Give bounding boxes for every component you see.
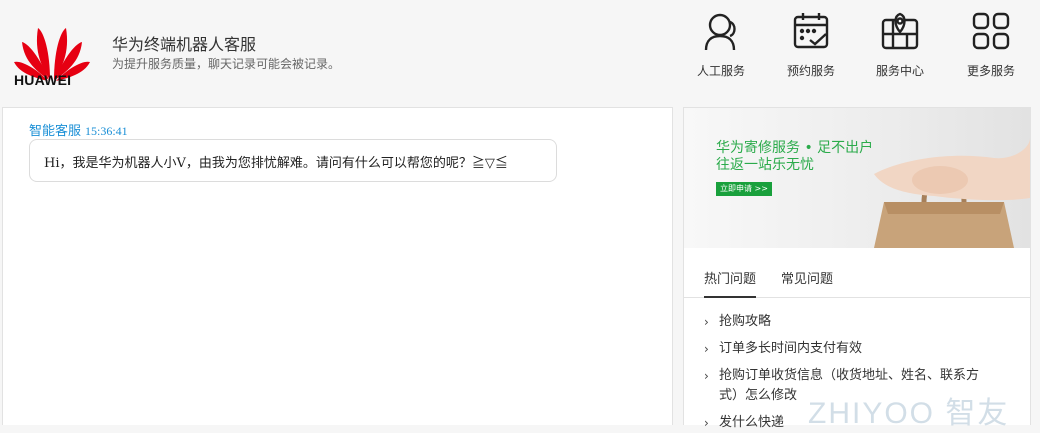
question-text: 订单多长时间内支付有效 — [719, 341, 863, 356]
message-sender: 智能客服 15:36:41 — [29, 120, 128, 139]
nav-more-services[interactable]: 更多服务 — [951, 10, 1031, 79]
map-pin-icon — [881, 12, 919, 50]
grid-icon — [972, 12, 1010, 50]
chevron-right-icon: › — [704, 369, 709, 383]
message-time: 15:36:41 — [85, 124, 128, 138]
nav-appointment[interactable]: 预约服务 — [771, 10, 851, 79]
page-subtitle: 为提升服务质量，聊天记录可能会被记录。 — [112, 57, 341, 71]
nav-label: 更多服务 — [966, 64, 1015, 78]
page-title: 华为终端机器人客服 — [112, 35, 257, 54]
calendar-check-icon — [793, 13, 829, 49]
list-item[interactable]: › 抢购攻略 — [704, 312, 1004, 332]
message-bubble: Hi，我是华为机器人小V，由我为您排忧解难。请问有什么可以帮您的呢？≧▽≦ — [29, 139, 557, 182]
question-tabs: 热门问题 常见问题 — [684, 248, 1030, 298]
side-panel: 华为寄修服务 • 足不出户 往返一站乐无忧 立即申请 >> 热门问题 常见问题 … — [683, 107, 1031, 430]
promo-banner[interactable]: 华为寄修服务 • 足不出户 往返一站乐无忧 立即申请 >> — [684, 108, 1030, 248]
apply-now-button[interactable]: 立即申请 >> — [716, 182, 772, 196]
tab-common-questions[interactable]: 常见问题 — [781, 268, 833, 287]
logo-text: HUAWEI — [14, 72, 72, 88]
nav-label: 人工服务 — [696, 64, 745, 78]
nav-label: 预约服务 — [786, 64, 835, 78]
nav-service-center[interactable]: 服务中心 — [860, 10, 940, 79]
list-item[interactable]: › 订单多长时间内支付有效 — [704, 339, 1004, 359]
chevron-right-icon: › — [704, 342, 709, 356]
nav-human-service[interactable]: 人工服务 — [681, 10, 761, 79]
chevron-right-icon: › — [704, 416, 709, 430]
header: HUAWEI 华为终端机器人客服 为提升服务质量，聊天记录可能会被记录。 人工服… — [0, 0, 1040, 106]
agent-icon — [704, 13, 736, 51]
sender-name: 智能客服 — [29, 124, 82, 139]
shopping-bag-icon — [874, 138, 1030, 248]
tab-hot-questions[interactable]: 热门问题 — [704, 268, 757, 298]
nav-label: 服务中心 — [875, 64, 924, 78]
question-text: 抢购攻略 — [719, 314, 772, 329]
watermark: ZHIYOO 智友 — [808, 397, 1010, 430]
banner-subtitle: 往返一站乐无忧 — [716, 157, 814, 173]
chevron-right-icon: › — [704, 315, 709, 329]
chat-panel: 智能客服 15:36:41 Hi，我是华为机器人小V，由我为您排忧解难。请问有什么… — [2, 107, 673, 425]
